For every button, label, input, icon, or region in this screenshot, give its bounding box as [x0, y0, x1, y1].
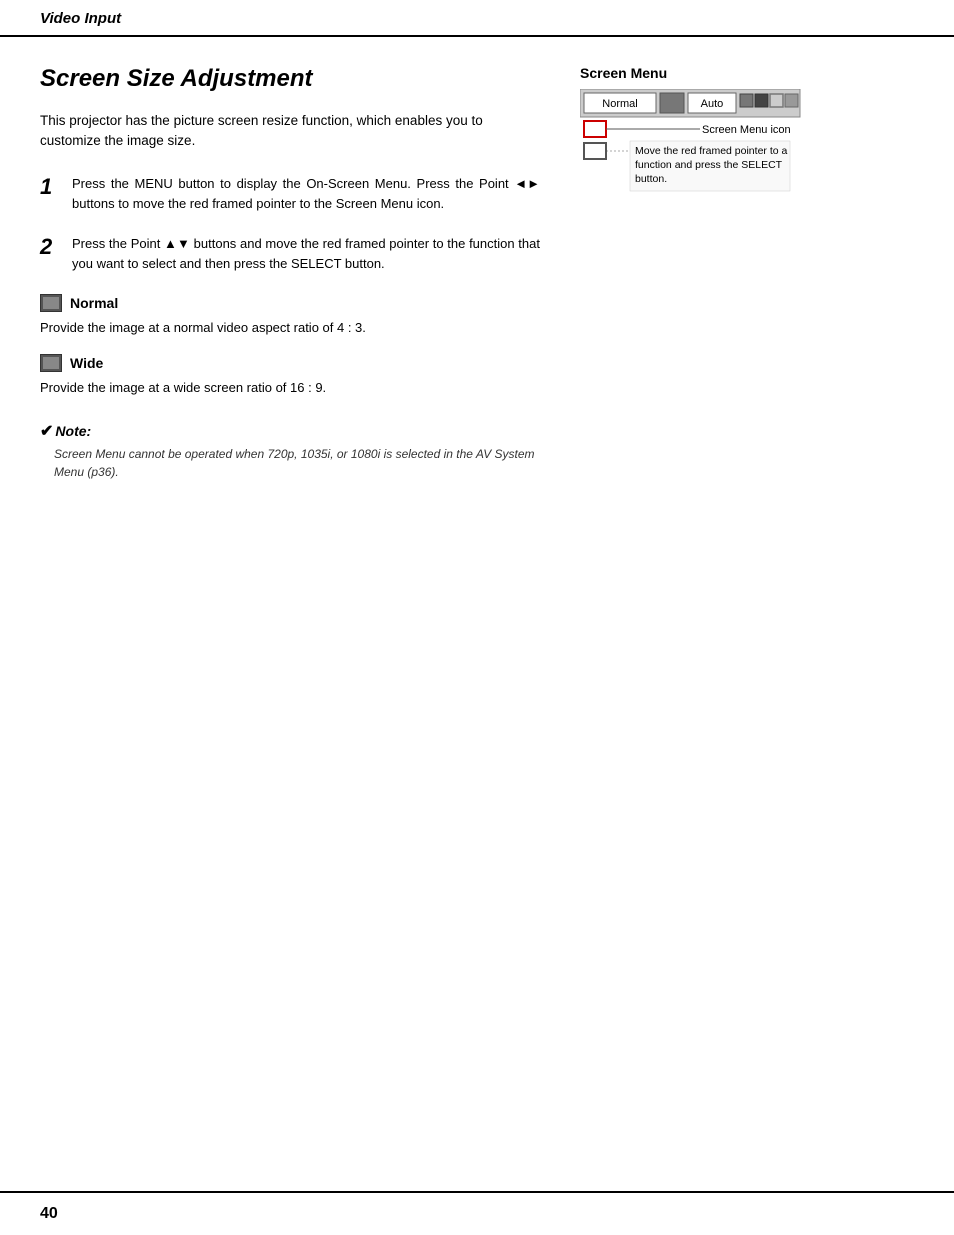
- svg-text:Screen Menu icon: Screen Menu icon: [702, 124, 791, 136]
- svg-text:function and press the SELECT: function and press the SELECT: [635, 159, 783, 171]
- feature-wide-desc: Provide the image at a wide screen ratio…: [40, 378, 540, 398]
- svg-text:Normal: Normal: [602, 98, 637, 110]
- main-content: Screen Size Adjustment This projector ha…: [0, 37, 954, 521]
- svg-text:Auto: Auto: [701, 98, 724, 110]
- note-label: Note:: [55, 423, 91, 439]
- footer: 40: [0, 1191, 954, 1235]
- normal-icon: [40, 294, 62, 312]
- feature-normal: Normal Provide the image at a normal vid…: [40, 294, 540, 338]
- note-text: Screen Menu cannot be operated when 720p…: [54, 445, 540, 481]
- page-number: 40: [40, 1205, 58, 1222]
- note-section: ✔ Note: Screen Menu cannot be operated w…: [40, 421, 540, 481]
- header: Video Input: [0, 0, 954, 37]
- wide-icon: [40, 354, 62, 372]
- note-header: ✔ Note:: [40, 421, 540, 441]
- svg-text:Move the red framed pointer to: Move the red framed pointer to a: [635, 145, 787, 157]
- screen-menu-diagram: Normal Auto: [580, 89, 900, 222]
- svg-text:button.: button.: [635, 173, 667, 185]
- left-column: Screen Size Adjustment This projector ha…: [40, 65, 540, 481]
- note-checkmark-icon: ✔: [40, 421, 53, 441]
- screen-menu-label: Screen Menu: [580, 65, 900, 81]
- screen-menu-svg: Normal Auto: [580, 89, 880, 219]
- step-2-number: 2: [40, 234, 60, 274]
- feature-wide: Wide Provide the image at a wide screen …: [40, 354, 540, 398]
- intro-text: This projector has the picture screen re…: [40, 111, 540, 152]
- step-1-number: 1: [40, 174, 60, 214]
- header-title: Video Input: [40, 10, 121, 27]
- feature-wide-label: Wide: [70, 355, 103, 371]
- feature-wide-header: Wide: [40, 354, 540, 372]
- step-1-text: Press the MENU button to display the On-…: [72, 174, 540, 214]
- step-2: 2 Press the Point ▲▼ buttons and move th…: [40, 234, 540, 274]
- feature-normal-header: Normal: [40, 294, 540, 312]
- step-1: 1 Press the MENU button to display the O…: [40, 174, 540, 214]
- feature-normal-desc: Provide the image at a normal video aspe…: [40, 318, 540, 338]
- step-2-text: Press the Point ▲▼ buttons and move the …: [72, 234, 540, 274]
- page-title: Screen Size Adjustment: [40, 65, 540, 93]
- feature-normal-label: Normal: [70, 295, 118, 311]
- right-column: Screen Menu Normal Auto: [580, 65, 900, 481]
- page-container: Video Input Screen Size Adjustment This …: [0, 0, 954, 1235]
